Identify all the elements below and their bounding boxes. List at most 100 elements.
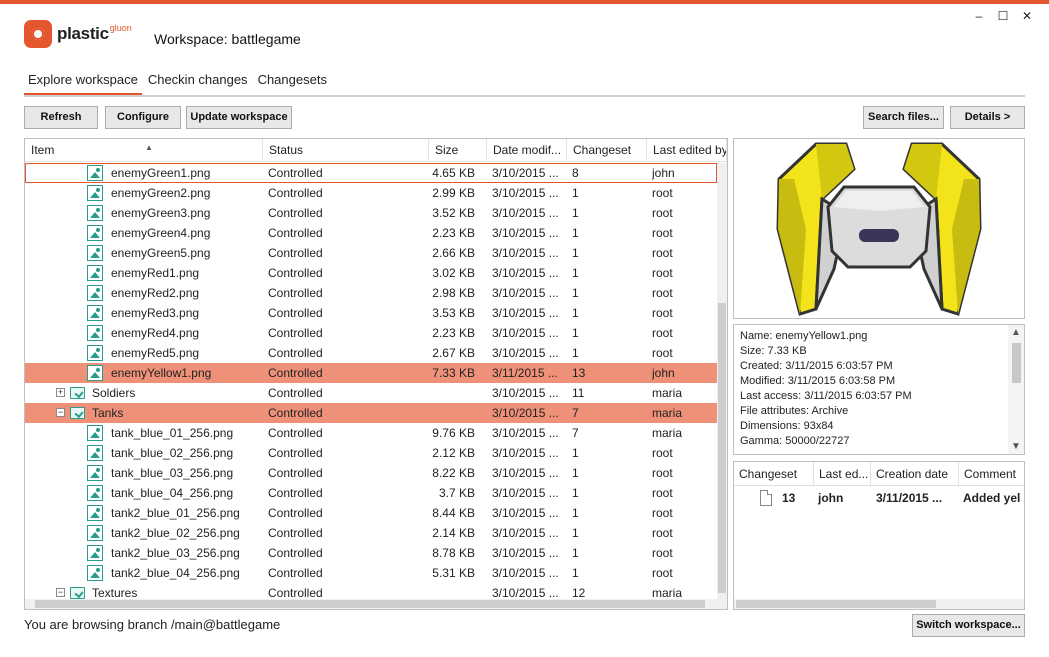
item-last-edited-by: root	[652, 486, 673, 500]
item-changeset: 1	[572, 226, 579, 240]
details-button[interactable]: Details >	[950, 106, 1025, 129]
item-status: Controlled	[268, 426, 323, 440]
item-last-edited-by: root	[652, 206, 673, 220]
item-date-modified: 3/10/2015 ...	[492, 166, 559, 180]
item-name: tank_blue_04_256.png	[111, 486, 234, 500]
column-header-item[interactable]: Item ▲	[25, 139, 263, 162]
item-status: Controlled	[268, 306, 323, 320]
item-name: enemyGreen1.png	[111, 166, 211, 180]
item-changeset: 13	[572, 366, 586, 380]
grid-horizontal-scrollbar[interactable]	[25, 599, 727, 609]
accent-bar	[0, 0, 1049, 4]
file-row[interactable]: enemyGreen3.png Controlled 3.52 KB 3/10/201…	[25, 203, 717, 223]
details-scroll-thumb[interactable]	[1012, 343, 1021, 383]
window-controls: – ☐ ✕	[967, 8, 1039, 24]
item-changeset: 1	[572, 346, 579, 360]
file-row[interactable]: enemyGreen5.png Controlled 2.66 KB 3/10/201…	[25, 243, 717, 263]
column-header-status[interactable]: Status	[263, 139, 429, 162]
item-status: Controlled	[268, 366, 323, 380]
cs-column-comment[interactable]: Comment	[959, 462, 1024, 486]
enemy-yellow-sprite-preview	[776, 142, 982, 316]
file-row[interactable]: enemyRed4.png Controlled 2.23 KB 3/10/2015 …	[25, 323, 717, 343]
file-row[interactable]: tank2_blue_02_256.png Controlled 2.14 KB 3/…	[25, 523, 717, 543]
tab-changesets[interactable]: Changesets	[254, 72, 331, 96]
file-row[interactable]: tank2_blue_04_256.png Controlled 5.31 KB 3/…	[25, 563, 717, 583]
maximize-button[interactable]: ☐	[991, 8, 1015, 24]
search-files-button[interactable]: Search files...	[863, 106, 944, 129]
file-row[interactable]: enemyGreen2.png Controlled 2.99 KB 3/10/201…	[25, 183, 717, 203]
collapse-icon[interactable]: −	[56, 588, 65, 597]
item-date-modified: 3/10/2015 ...	[492, 566, 559, 580]
image-preview-panel	[733, 138, 1025, 319]
cs-column-changeset[interactable]: Changeset	[734, 462, 814, 486]
grid-horizontal-scroll-thumb[interactable]	[35, 600, 705, 608]
cs-column-creation-date[interactable]: Creation date	[871, 462, 959, 486]
item-changeset: 1	[572, 566, 579, 580]
file-row[interactable]: enemyRed1.png Controlled 3.02 KB 3/10/2015 …	[25, 263, 717, 283]
item-date-modified: 3/10/2015 ...	[492, 526, 559, 540]
changeset-row[interactable]: 13 john 3/11/2015 ... Added yel	[734, 488, 1024, 508]
image-file-icon	[87, 465, 103, 481]
file-row[interactable]: enemyRed2.png Controlled 2.98 KB 3/10/2015 …	[25, 283, 717, 303]
column-header-date-modified[interactable]: Date modif...	[487, 139, 567, 162]
scroll-down-icon[interactable]: ▼	[1008, 439, 1024, 454]
column-header-last-edited-by[interactable]: Last edited by	[647, 139, 727, 162]
file-row[interactable]: tank2_blue_03_256.png Controlled 8.78 KB 3/…	[25, 543, 717, 563]
minimize-button[interactable]: –	[967, 8, 991, 24]
item-changeset: 1	[572, 486, 579, 500]
item-status: Controlled	[268, 526, 323, 540]
column-header-size[interactable]: Size	[429, 139, 487, 162]
tab-explore-workspace[interactable]: Explore workspace	[24, 72, 142, 96]
item-size	[429, 383, 475, 403]
workspace-title: Workspace: battlegame	[154, 31, 301, 47]
item-name: enemyYellow1.png	[111, 366, 212, 380]
image-file-icon	[87, 365, 103, 381]
collapse-icon[interactable]: −	[56, 408, 65, 417]
folder-row[interactable]: + Soldiers Controlled 3/10/2015 ... 11 maria	[25, 383, 717, 403]
document-icon	[760, 490, 772, 506]
refresh-button[interactable]: Refresh	[24, 106, 98, 129]
changeset-scroll-thumb[interactable]	[736, 600, 936, 608]
item-last-edited-by: maria	[652, 426, 683, 440]
image-file-icon	[87, 345, 103, 361]
switch-workspace-button[interactable]: Switch workspace...	[912, 614, 1025, 637]
details-scrollbar[interactable]: ▲ ▼	[1008, 325, 1024, 454]
item-size	[429, 403, 475, 423]
grid-vertical-scrollbar[interactable]	[717, 163, 727, 599]
expand-icon[interactable]: +	[56, 388, 65, 397]
file-row[interactable]: tank_blue_01_256.png Controlled 9.76 KB 3/1…	[25, 423, 717, 443]
update-workspace-button[interactable]: Update workspace	[186, 106, 292, 129]
folder-row[interactable]: − Tanks Controlled 3/10/2015 ... 7 maria	[25, 403, 717, 423]
grid-vertical-scroll-thumb[interactable]	[718, 303, 726, 593]
item-last-edited-by: root	[652, 246, 673, 260]
file-row[interactable]: tank2_blue_01_256.png Controlled 8.44 KB 3/…	[25, 503, 717, 523]
item-last-edited-by: root	[652, 566, 673, 580]
item-size: 7.33 KB	[432, 366, 475, 380]
changeset-horizontal-scrollbar[interactable]	[734, 599, 1024, 609]
item-last-edited-by: root	[652, 446, 673, 460]
file-row[interactable]: tank_blue_04_256.png Controlled 3.7 KB 3/10…	[25, 483, 717, 503]
image-file-icon	[87, 505, 103, 521]
file-row[interactable]: enemyGreen1.png Controlled 4.65 KB 3/10/201…	[25, 163, 717, 183]
cs-column-last-edited[interactable]: Last ed...	[814, 462, 871, 486]
item-changeset: 1	[572, 506, 579, 520]
file-row[interactable]: enemyGreen4.png Controlled 2.23 KB 3/10/201…	[25, 223, 717, 243]
sort-ascending-icon: ▲	[145, 143, 153, 152]
column-header-changeset[interactable]: Changeset	[567, 139, 647, 162]
configure-button[interactable]: Configure	[105, 106, 181, 129]
file-row[interactable]: tank_blue_03_256.png Controlled 8.22 KB 3/1…	[25, 463, 717, 483]
file-row[interactable]: enemyRed5.png Controlled 2.67 KB 3/10/2015 …	[25, 343, 717, 363]
scroll-up-icon[interactable]: ▲	[1008, 325, 1024, 340]
file-row[interactable]: enemyYellow1.png Controlled 7.33 KB 3/11/20…	[25, 363, 717, 383]
tab-checkin-changes[interactable]: Checkin changes	[144, 72, 252, 96]
close-button[interactable]: ✕	[1015, 8, 1039, 24]
file-row[interactable]: enemyRed3.png Controlled 3.53 KB 3/10/2015 …	[25, 303, 717, 323]
item-status: Controlled	[268, 546, 323, 560]
item-date-modified: 3/10/2015 ...	[492, 386, 559, 400]
folder-icon	[70, 387, 85, 399]
item-size: 3.53 KB	[432, 306, 475, 320]
file-row[interactable]: tank_blue_02_256.png Controlled 2.12 KB 3/1…	[25, 443, 717, 463]
detail-gamma: Gamma: 50000/22727	[740, 435, 850, 447]
item-last-edited-by: maria	[652, 406, 683, 420]
item-date-modified: 3/10/2015 ...	[492, 326, 559, 340]
